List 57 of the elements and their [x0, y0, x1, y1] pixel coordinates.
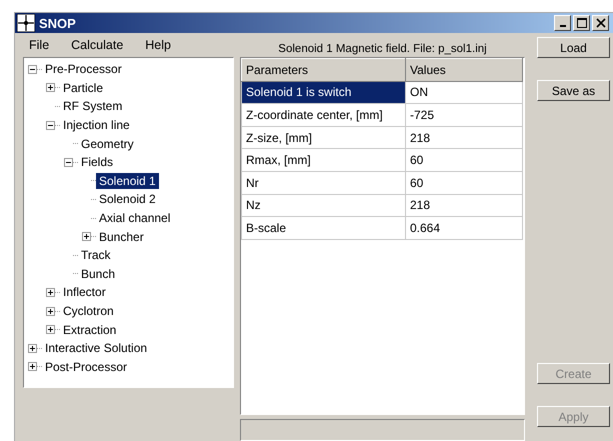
- panel-title: Solenoid 1 Magnetic field. File: p_sol1.inj: [277, 42, 488, 57]
- tree-item[interactable]: Interactive Solution: [42, 340, 150, 356]
- expand-icon[interactable]: [82, 232, 91, 242]
- tree-item[interactable]: Injection line: [60, 117, 133, 134]
- action-button[interactable]: Load: [537, 37, 610, 58]
- expand-icon[interactable]: [46, 83, 55, 92]
- maximize-icon: [576, 18, 586, 28]
- column-header[interactable]: Values: [406, 58, 522, 82]
- table-cell[interactable]: 218: [406, 126, 522, 149]
- tree-item[interactable]: Cyclotron: [60, 303, 117, 320]
- tree-item[interactable]: Pre-Processor: [42, 61, 125, 78]
- close-icon: [596, 18, 606, 28]
- table-cell[interactable]: Solenoid 1 is switch: [242, 81, 406, 104]
- table-cell[interactable]: Rmax, [mm]: [242, 148, 406, 172]
- menu-item[interactable]: Help: [145, 38, 171, 52]
- menu-item[interactable]: File: [29, 38, 50, 52]
- column-header[interactable]: Parameters: [242, 58, 406, 82]
- tree-item[interactable]: RF System: [60, 98, 126, 114]
- table-cell[interactable]: Z-coordinate center, [mm]: [242, 104, 406, 126]
- maximize-button[interactable]: [573, 15, 590, 31]
- table-cell[interactable]: Nr: [242, 171, 406, 194]
- expand-icon[interactable]: [46, 325, 55, 334]
- table-cell[interactable]: 218: [406, 194, 522, 217]
- tree-item[interactable]: Solenoid 1: [96, 172, 159, 189]
- tree-item[interactable]: Particle: [60, 80, 106, 96]
- window-title: SNOP: [39, 16, 77, 30]
- close-button[interactable]: [592, 15, 609, 31]
- tree-item[interactable]: Fields: [78, 154, 116, 170]
- minimize-button[interactable]: [554, 15, 571, 31]
- tree-item[interactable]: Axial channel: [96, 210, 174, 226]
- table-cell[interactable]: ON: [406, 81, 522, 104]
- collapse-icon[interactable]: [28, 64, 37, 74]
- expand-icon[interactable]: [46, 288, 55, 297]
- collapse-icon[interactable]: [64, 158, 73, 167]
- tree-item[interactable]: Extraction: [60, 322, 120, 338]
- table-cell[interactable]: Z-size, [mm]: [242, 126, 406, 149]
- table-cell[interactable]: 60: [406, 171, 522, 194]
- table-cell[interactable]: -725: [406, 104, 522, 126]
- action-button[interactable]: Save as: [537, 80, 610, 101]
- tree-item[interactable]: Track: [78, 247, 114, 264]
- table-cell[interactable]: 60: [406, 148, 522, 172]
- table-cell[interactable]: 0.664: [406, 216, 522, 240]
- tree-item[interactable]: Geometry: [78, 136, 137, 152]
- minimize-icon: [560, 25, 566, 27]
- expand-icon[interactable]: [28, 362, 37, 372]
- menu-item[interactable]: Calculate: [71, 38, 124, 52]
- tree-item[interactable]: Solenoid 2: [96, 191, 159, 208]
- expand-icon[interactable]: [46, 306, 55, 316]
- collapse-icon[interactable]: [46, 120, 55, 130]
- tree-item[interactable]: Inflector: [60, 284, 109, 300]
- expand-icon[interactable]: [28, 344, 37, 353]
- table-cell[interactable]: Nz: [242, 194, 406, 217]
- table-cell[interactable]: B-scale: [242, 216, 406, 240]
- tree-item[interactable]: Buncher: [96, 228, 147, 245]
- tree-item[interactable]: Bunch: [78, 266, 118, 282]
- tree-item[interactable]: Post-Processor: [42, 358, 130, 375]
- crosshair-icon: [17, 14, 35, 32]
